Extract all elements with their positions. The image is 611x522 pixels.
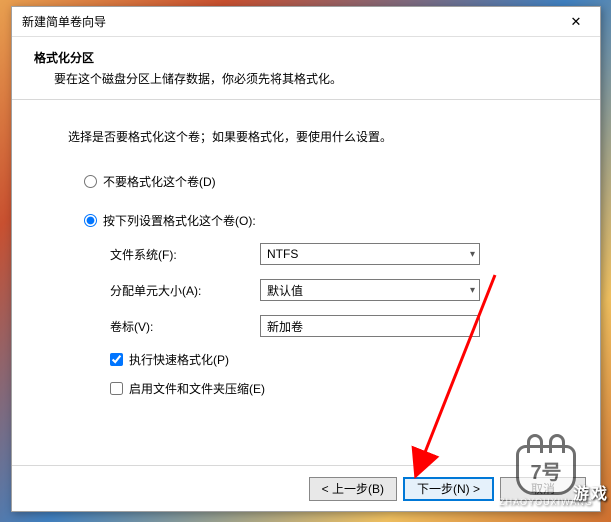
filesystem-select[interactable]: NTFS ▾ — [260, 243, 480, 265]
chevron-down-icon: ▾ — [470, 285, 475, 296]
filesystem-value: NTFS — [267, 247, 298, 261]
allocation-label: 分配单元大小(A): — [110, 282, 260, 299]
header-section: 格式化分区 要在这个磁盘分区上储存数据，你必须先将其格式化。 — [12, 37, 600, 100]
cancel-button[interactable]: 取消 — [500, 477, 586, 501]
compression-label: 启用文件和文件夹压缩(E) — [129, 380, 265, 397]
radio-no-format-input[interactable] — [84, 175, 97, 188]
header-title: 格式化分区 — [34, 49, 578, 66]
allocation-select[interactable]: 默认值 ▾ — [260, 279, 480, 301]
close-button[interactable]: ✕ — [560, 10, 592, 34]
compression-checkbox[interactable]: 启用文件和文件夹压缩(E) — [110, 380, 560, 397]
volume-label-input[interactable] — [260, 315, 480, 337]
radio-do-format-input[interactable] — [84, 214, 97, 227]
content-area: 选择是否要格式化这个卷；如果要格式化，要使用什么设置。 不要格式化这个卷(D) … — [12, 100, 600, 429]
chevron-down-icon: ▾ — [470, 249, 475, 260]
titlebar: 新建简单卷向导 ✕ — [12, 7, 600, 37]
allocation-row: 分配单元大小(A): 默认值 ▾ — [110, 279, 560, 301]
volume-label-row: 卷标(V): — [110, 315, 560, 337]
compression-input[interactable] — [110, 382, 123, 395]
wizard-dialog: 新建简单卷向导 ✕ 格式化分区 要在这个磁盘分区上储存数据，你必须先将其格式化。… — [11, 6, 601, 512]
format-radio-group: 不要格式化这个卷(D) 按下列设置格式化这个卷(O): — [84, 173, 560, 229]
button-bar: < 上一步(B) 下一步(N) > 取消 — [12, 465, 600, 511]
radio-no-format-label: 不要格式化这个卷(D) — [103, 173, 216, 190]
quick-format-input[interactable] — [110, 353, 123, 366]
radio-no-format[interactable]: 不要格式化这个卷(D) — [84, 173, 560, 190]
volume-label-label: 卷标(V): — [110, 318, 260, 335]
back-button[interactable]: < 上一步(B) — [309, 477, 397, 501]
format-settings: 文件系统(F): NTFS ▾ 分配单元大小(A): 默认值 ▾ 卷标(V): — [110, 243, 560, 397]
dialog-title: 新建简单卷向导 — [22, 13, 106, 30]
allocation-value: 默认值 — [267, 282, 303, 299]
next-button[interactable]: 下一步(N) > — [403, 477, 494, 501]
quick-format-checkbox[interactable]: 执行快速格式化(P) — [110, 351, 560, 368]
radio-do-format[interactable]: 按下列设置格式化这个卷(O): — [84, 212, 560, 229]
filesystem-label: 文件系统(F): — [110, 246, 260, 263]
header-desc: 要在这个磁盘分区上储存数据，你必须先将其格式化。 — [34, 70, 578, 87]
filesystem-row: 文件系统(F): NTFS ▾ — [110, 243, 560, 265]
instruction-text: 选择是否要格式化这个卷；如果要格式化，要使用什么设置。 — [68, 128, 560, 145]
close-icon: ✕ — [571, 14, 582, 30]
radio-do-format-label: 按下列设置格式化这个卷(O): — [103, 212, 256, 229]
quick-format-label: 执行快速格式化(P) — [129, 351, 229, 368]
